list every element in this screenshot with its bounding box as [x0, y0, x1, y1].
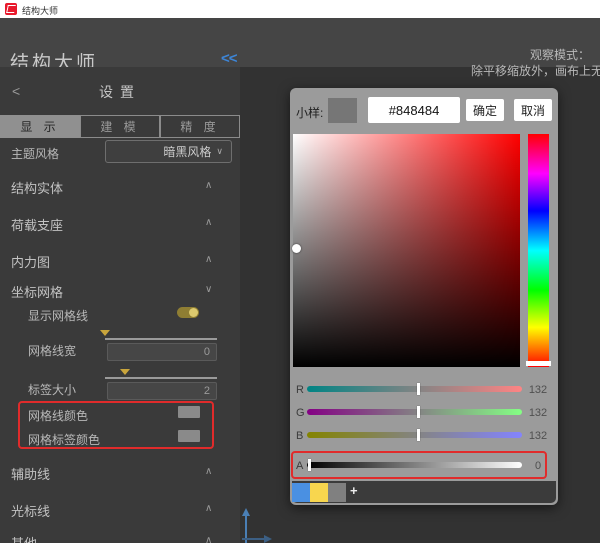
chevron-up-icon[interactable]: ∧: [205, 503, 212, 514]
logo-glyph: [6, 5, 16, 13]
channel-a-value: 0: [534, 460, 542, 472]
channel-g-thumb[interactable]: [417, 406, 420, 418]
line-width-label: 网格线宽: [28, 344, 77, 358]
slider-marker-icon[interactable]: [120, 369, 130, 375]
channel-r-slider[interactable]: [307, 386, 522, 392]
theme-label: 主题风格: [11, 147, 60, 161]
app-window: 结构大师 结构大师 << 观察模式： 除平移缩放外，画布上无 < 设置 显 示 …: [0, 0, 600, 543]
channel-r-value: 132: [528, 384, 548, 396]
channel-b-slider[interactable]: [307, 432, 522, 438]
saturation-value-field[interactable]: [293, 134, 520, 367]
chevron-down-icon[interactable]: ∨: [205, 284, 212, 295]
channel-r-thumb[interactable]: [417, 383, 420, 395]
grid-label-color-swatch[interactable]: [178, 430, 200, 442]
theme-value: 暗黑风格: [163, 145, 212, 159]
channel-g-slider[interactable]: [307, 409, 522, 415]
settings-tabs: 显 示 建 模 精 度: [0, 115, 240, 138]
section-coordinate-grid[interactable]: 坐标网格: [11, 282, 63, 301]
line-width-input[interactable]: 0: [107, 343, 217, 361]
channel-g-label: G: [296, 407, 305, 419]
label-size-input[interactable]: 2: [107, 382, 217, 400]
canvas-axis-icon: [242, 508, 272, 543]
channel-a-label: A: [296, 460, 304, 472]
hue-slider-thumb[interactable]: [526, 361, 551, 366]
section-load-support[interactable]: 荷载支座: [11, 215, 63, 234]
mode-detail: 除平移缩放外，画布上无: [470, 64, 600, 78]
app-header: 结构大师 << 观察模式： 除平移缩放外，画布上无: [0, 18, 600, 78]
channel-b-value: 132: [528, 430, 548, 442]
hex-color-input[interactable]: [368, 97, 460, 123]
chevron-up-icon[interactable]: ∧: [205, 217, 212, 228]
section-auxiliary-line[interactable]: 辅助线: [11, 464, 50, 483]
os-titlebar: 结构大师: [0, 0, 600, 18]
saved-swatch-gray[interactable]: [328, 483, 346, 502]
confirm-button[interactable]: 确定: [466, 99, 504, 121]
section-cursor-line[interactable]: 光标线: [11, 501, 50, 520]
channel-r-label: R: [296, 384, 304, 396]
theme-dropdown[interactable]: 暗黑风格 ∨: [105, 140, 232, 163]
section-internal-force[interactable]: 内力图: [11, 252, 50, 271]
collapse-panel-icon[interactable]: <<: [221, 50, 238, 67]
mode-title: 观察模式：: [529, 48, 590, 62]
label-size-label: 标签大小: [28, 383, 77, 397]
chevron-down-icon: ∨: [216, 146, 223, 156]
chevron-up-icon[interactable]: ∧: [205, 535, 212, 543]
tab-modeling[interactable]: 建 模: [80, 115, 160, 138]
app-logo-icon: [5, 3, 17, 15]
cancel-button[interactable]: 取消: [514, 99, 552, 121]
tab-display[interactable]: 显 示: [0, 115, 80, 138]
line-width-value: 0: [203, 346, 210, 358]
chevron-up-icon[interactable]: ∧: [205, 180, 212, 191]
label-size-value: 2: [203, 385, 210, 397]
line-width-slider[interactable]: [105, 338, 217, 340]
hue-slider[interactable]: [528, 134, 549, 367]
add-swatch-button[interactable]: +: [350, 483, 358, 498]
settings-panel: < 设置 显 示 建 模 精 度 主题风格 暗黑风格 ∨ 结构实体 ∧ 荷载支座…: [0, 67, 240, 543]
toggle-knob: [189, 308, 198, 317]
color-picker-dialog: 小样: 确定 取消 R 132 G 132 B 132 A 0: [290, 88, 558, 505]
label-size-slider[interactable]: [105, 377, 217, 379]
section-other[interactable]: 其他: [11, 533, 37, 543]
window-title: 结构大师: [22, 6, 59, 16]
gridline-color-label: 网格线颜色: [28, 409, 89, 423]
gridline-color-swatch[interactable]: [178, 406, 200, 418]
current-color-swatch: [328, 98, 357, 123]
channel-g-value: 132: [528, 407, 548, 419]
sv-cursor[interactable]: [292, 244, 301, 253]
saved-swatches-bar: +: [292, 481, 556, 503]
tab-precision[interactable]: 精 度: [160, 115, 240, 138]
chevron-up-icon[interactable]: ∧: [205, 466, 212, 477]
slider-marker-icon[interactable]: [100, 330, 110, 336]
channel-b-thumb[interactable]: [417, 429, 420, 441]
grid-label-color-label: 网格标签颜色: [28, 433, 101, 447]
section-structure-entity[interactable]: 结构实体: [11, 178, 63, 197]
channel-a-slider[interactable]: [307, 462, 522, 468]
saved-swatch-blue[interactable]: [292, 483, 310, 502]
show-gridline-label: 显示网格线: [28, 309, 89, 323]
show-gridline-toggle[interactable]: [177, 307, 199, 318]
sample-label: 小样:: [296, 106, 324, 120]
settings-title: 设置: [99, 84, 141, 100]
saved-swatch-yellow[interactable]: [310, 483, 328, 502]
chevron-up-icon[interactable]: ∧: [205, 254, 212, 265]
mode-status: 观察模式： 除平移缩放外，画布上无: [300, 47, 600, 79]
channel-b-label: B: [296, 430, 304, 442]
channel-a-thumb[interactable]: [308, 459, 311, 471]
